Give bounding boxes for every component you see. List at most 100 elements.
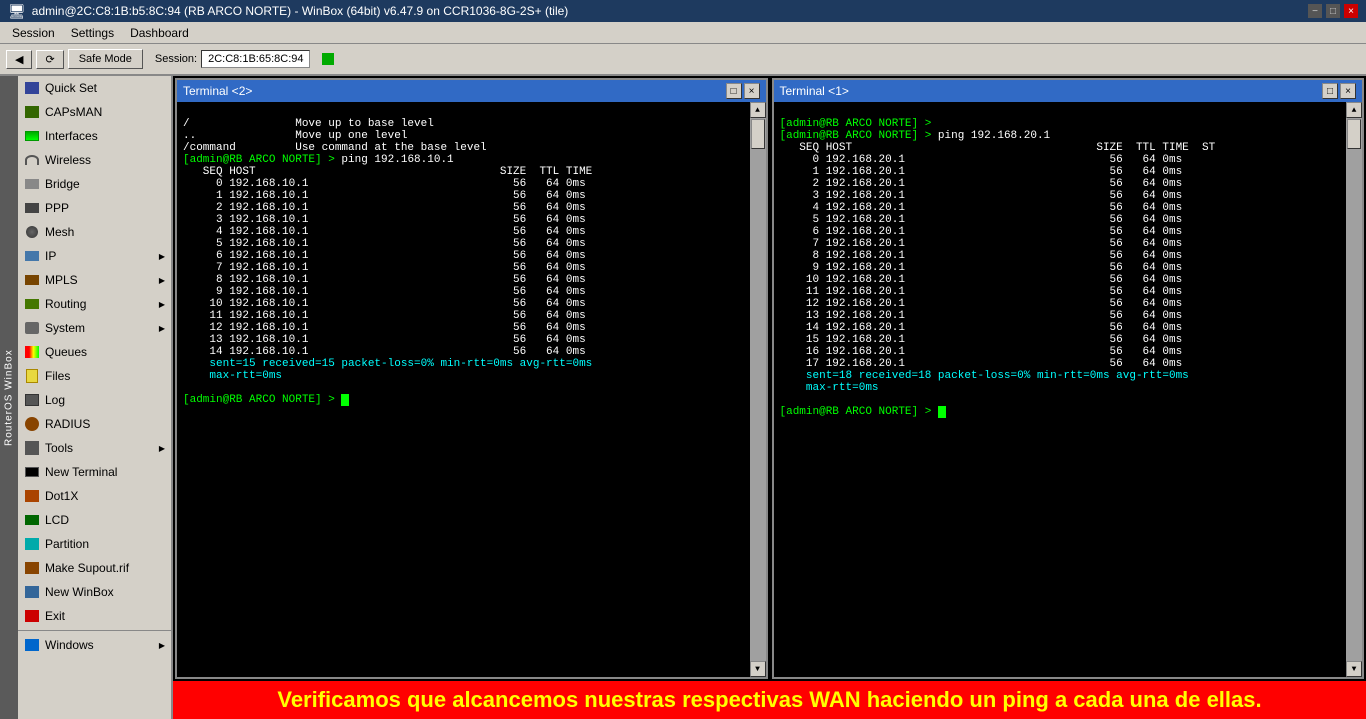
scroll-down-button-1[interactable]: ▼ — [1346, 661, 1362, 677]
terminal-2-body[interactable]: / Move up to base level .. Move up one l… — [177, 102, 750, 677]
minimize-button[interactable]: − — [1308, 4, 1322, 18]
scroll-track-1 — [1346, 118, 1362, 661]
scroll-thumb[interactable] — [751, 119, 765, 149]
sidebar-item-capsman[interactable]: CAPsMAN — [18, 100, 171, 124]
make-supout-icon — [24, 560, 40, 576]
connection-indicator — [322, 53, 334, 65]
sidebar-item-routing[interactable]: Routing — [18, 292, 171, 316]
sidebar-item-log[interactable]: Log — [18, 388, 171, 412]
app-icon: 🖥 — [8, 3, 26, 20]
scroll-thumb-1[interactable] — [1347, 119, 1361, 149]
title-text: admin@2C:C8:1B:b5:8C:94 (RB ARCO NORTE) … — [32, 4, 569, 18]
terminal-2-window: Terminal <2> □ × / Move up to base level… — [175, 78, 768, 679]
dot1x-icon — [24, 488, 40, 504]
terminal-2-controls: □ × — [726, 83, 760, 99]
terminal-1-body[interactable]: [admin@RB ARCO NORTE] > [admin@RB ARCO N… — [774, 102, 1347, 677]
terminal-1-content-area: [admin@RB ARCO NORTE] > [admin@RB ARCO N… — [774, 102, 1363, 677]
close-button[interactable]: × — [1344, 4, 1358, 18]
terminal-1-close[interactable]: × — [1340, 83, 1356, 99]
terminal-1-scrollbar: ▲ ▼ — [1346, 102, 1362, 677]
menu-bar: Session Settings Dashboard — [0, 22, 1366, 44]
mesh-icon — [24, 224, 40, 240]
sidebar-item-exit[interactable]: Exit — [18, 604, 171, 628]
sidebar-item-ip[interactable]: IP — [18, 244, 171, 268]
windows-icon — [24, 637, 40, 653]
back-button[interactable]: ◀ — [6, 50, 32, 69]
queues-icon — [24, 344, 40, 360]
scroll-down-button[interactable]: ▼ — [750, 661, 766, 677]
radius-icon — [24, 416, 40, 432]
scroll-up-button-1[interactable]: ▲ — [1346, 102, 1362, 118]
system-icon — [24, 320, 40, 336]
ppp-icon — [24, 200, 40, 216]
terminal-row: Terminal <2> □ × / Move up to base level… — [173, 76, 1366, 681]
bridge-icon — [24, 176, 40, 192]
terminal-2-scrollbar: ▲ ▼ — [750, 102, 766, 677]
mpls-icon — [24, 272, 40, 288]
toolbar: ◀ ⟳ Safe Mode Session: 2C:C8:1B:65:8C:94 — [0, 44, 1366, 76]
files-icon — [24, 368, 40, 384]
session-label: Session: — [155, 53, 197, 65]
terminal-1-controls: □ × — [1322, 83, 1356, 99]
terminal-2-content-area: / Move up to base level .. Move up one l… — [177, 102, 766, 677]
routing-icon — [24, 296, 40, 312]
sidebar-item-queues[interactable]: Queues — [18, 340, 171, 364]
scroll-track — [750, 118, 766, 661]
terminal-1-title: Terminal <1> — [780, 84, 849, 98]
sidebar-item-bridge[interactable]: Bridge — [18, 172, 171, 196]
sidebar-item-system[interactable]: System — [18, 316, 171, 340]
menu-session[interactable]: Session — [4, 24, 63, 42]
sidebar-item-interfaces[interactable]: Interfaces — [18, 124, 171, 148]
title-bar-controls: − □ × — [1308, 4, 1358, 18]
menu-settings[interactable]: Settings — [63, 24, 122, 42]
sidebar-item-make-supout[interactable]: Make Supout.rif — [18, 556, 171, 580]
terminal-1-titlebar: Terminal <1> □ × — [774, 80, 1363, 102]
sidebar-item-files[interactable]: Files — [18, 364, 171, 388]
wireless-icon — [24, 152, 40, 168]
main-area: RouterOS WinBox Quick Set CAPsMAN Interf… — [0, 76, 1366, 719]
terminal-2-maximize[interactable]: □ — [726, 83, 742, 99]
exit-icon — [24, 608, 40, 624]
terminal-1-maximize[interactable]: □ — [1322, 83, 1338, 99]
terminal-2-title: Terminal <2> — [183, 84, 252, 98]
sidebar-item-partition[interactable]: Partition — [18, 532, 171, 556]
tools-icon — [24, 440, 40, 456]
menu-dashboard[interactable]: Dashboard — [122, 24, 197, 42]
terminal-1-window: Terminal <1> □ × [admin@RB ARCO NORTE] >… — [772, 78, 1365, 679]
new-terminal-icon — [24, 464, 40, 480]
lcd-icon — [24, 512, 40, 528]
interfaces-icon — [24, 128, 40, 144]
maximize-button[interactable]: □ — [1326, 4, 1340, 18]
safemode-button[interactable]: Safe Mode — [68, 49, 143, 69]
terminals-area: Terminal <2> □ × / Move up to base level… — [173, 76, 1366, 719]
title-bar-left: 🖥 admin@2C:C8:1B:b5:8C:94 (RB ARCO NORTE… — [8, 3, 568, 20]
sidebar-item-dot1x[interactable]: Dot1X — [18, 484, 171, 508]
routeros-label: RouterOS WinBox — [0, 76, 18, 719]
sidebar-divider — [18, 630, 171, 631]
log-icon — [24, 392, 40, 408]
bottom-banner: Verificamos que alcancemos nuestras resp… — [173, 681, 1366, 719]
title-bar: 🖥 admin@2C:C8:1B:b5:8C:94 (RB ARCO NORTE… — [0, 0, 1366, 22]
terminal-2-close[interactable]: × — [744, 83, 760, 99]
sidebar-item-radius[interactable]: RADIUS — [18, 412, 171, 436]
terminal-2-titlebar: Terminal <2> □ × — [177, 80, 766, 102]
sidebar: Quick Set CAPsMAN Interfaces Wireless Br… — [18, 76, 173, 719]
sidebar-item-new-terminal[interactable]: New Terminal — [18, 460, 171, 484]
sidebar-item-mesh[interactable]: Mesh — [18, 220, 171, 244]
ip-icon — [24, 248, 40, 264]
capsman-icon — [24, 104, 40, 120]
partition-icon — [24, 536, 40, 552]
sidebar-item-lcd[interactable]: LCD — [18, 508, 171, 532]
new-winbox-icon — [24, 584, 40, 600]
refresh-button[interactable]: ⟳ — [36, 50, 63, 69]
sidebar-item-mpls[interactable]: MPLS — [18, 268, 171, 292]
session-value: 2C:C8:1B:65:8C:94 — [201, 50, 310, 68]
sidebar-item-wireless[interactable]: Wireless — [18, 148, 171, 172]
quickset-icon — [24, 80, 40, 96]
sidebar-item-tools[interactable]: Tools — [18, 436, 171, 460]
scroll-up-button[interactable]: ▲ — [750, 102, 766, 118]
sidebar-item-quickset[interactable]: Quick Set — [18, 76, 171, 100]
sidebar-item-ppp[interactable]: PPP — [18, 196, 171, 220]
sidebar-item-windows[interactable]: Windows — [18, 633, 171, 657]
sidebar-item-new-winbox[interactable]: New WinBox — [18, 580, 171, 604]
